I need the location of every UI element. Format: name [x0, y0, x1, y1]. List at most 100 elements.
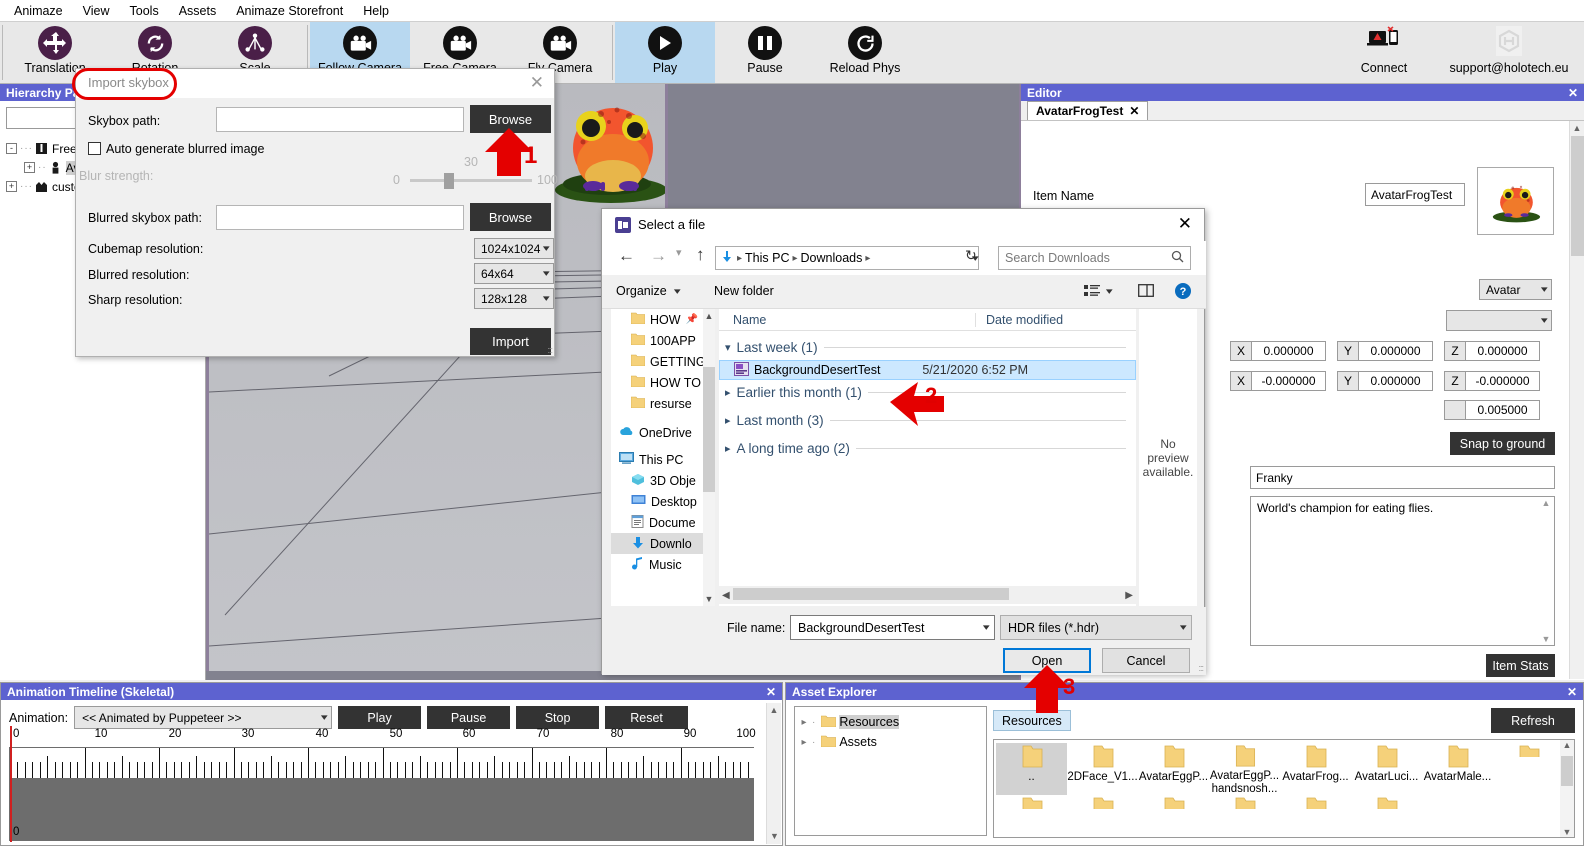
position-z-input[interactable]: 0.000000 [1466, 341, 1540, 361]
editor-scrollbar[interactable]: ▲ [1569, 121, 1584, 679]
menu-item-view[interactable]: View [73, 2, 120, 20]
browse-button-blurred[interactable]: Browse [470, 203, 551, 231]
sharp-resolution-combo[interactable]: 128x128 ▾ [474, 288, 554, 309]
nav-item-3d-objects[interactable]: 3D Obje [611, 470, 715, 491]
skybox-path-input[interactable] [216, 107, 464, 132]
close-icon[interactable]: ✕ [1568, 86, 1578, 100]
cubemap-resolution-combo[interactable]: 1024x1024 ▾ [474, 238, 554, 259]
toolbar-button-connect[interactable]: Connect [1334, 22, 1434, 83]
browse-button-skybox[interactable]: Browse [470, 105, 551, 133]
item-stats-button[interactable]: Item Stats [1486, 654, 1555, 677]
asset-item-partial[interactable] [1067, 795, 1138, 809]
chevron-up-icon[interactable]: ▲ [1542, 498, 1551, 508]
column-header-name[interactable]: Name [719, 313, 975, 327]
tree-toggle-icon[interactable]: + [6, 181, 17, 192]
breadcrumb-part-downloads[interactable]: Downloads [801, 251, 863, 265]
asset-item-partial[interactable] [1493, 743, 1564, 757]
asset-item-partial[interactable] [1138, 795, 1209, 809]
breadcrumb-bar[interactable]: ▸ This PC ▸ Downloads ▸ ▾ [715, 246, 979, 270]
tab-avatarfrogtest[interactable]: AvatarFrogTest ✕ [1027, 101, 1149, 120]
group-last-week[interactable]: ▾ Last week (1) [719, 335, 1136, 360]
menu-item-animaze[interactable]: Animaze [4, 2, 73, 20]
toolbar-button-support[interactable]: support@holotech.eu [1434, 22, 1584, 83]
scale-input[interactable]: 0.005000 [1466, 400, 1540, 420]
cancel-button[interactable]: Cancel [1102, 648, 1190, 673]
chevron-down-icon[interactable]: ▾ [674, 286, 681, 297]
description-scrollbar[interactable]: ▲ ▼ [1539, 498, 1553, 644]
blurred-resolution-combo[interactable]: 64x64 ▾ [474, 263, 554, 284]
asset-item[interactable]: AvatarEggP... [1138, 743, 1209, 795]
file-name-input[interactable]: BackgroundDesertTest ▾ [790, 615, 995, 640]
chevron-down-icon[interactable]: ▾ [983, 622, 990, 633]
up-icon[interactable]: ↑ [696, 245, 705, 265]
snap-to-ground-button[interactable]: Snap to ground [1450, 432, 1555, 455]
group-a-long-time-ago[interactable]: ▸ A long time ago (2) [719, 436, 1136, 461]
chevron-right-icon[interactable]: ▸ [799, 717, 809, 728]
search-input[interactable]: Search Downloads [998, 246, 1191, 270]
rotation-y-input[interactable]: 0.000000 [1359, 371, 1433, 391]
chevron-down-icon[interactable]: ▾ [1106, 286, 1113, 297]
file-dialog-nav-pane[interactable]: HOW 📌 100APP GETTING HOW TO resurse OneD… [611, 309, 715, 606]
preview-pane-icon[interactable] [1138, 284, 1154, 300]
nav-item-this-pc[interactable]: This PC [611, 449, 715, 470]
timeline-play-button[interactable]: Play [338, 706, 422, 729]
secondary-combo[interactable]: ▾ [1446, 310, 1552, 331]
chevron-down-icon[interactable]: ▼ [767, 829, 782, 844]
asset-grid-scrollbar[interactable]: ▲ ▼ [1560, 740, 1574, 837]
position-y-input[interactable]: 0.000000 [1359, 341, 1433, 361]
rotation-x-input[interactable]: -0.000000 [1252, 371, 1326, 391]
nav-item-resurse[interactable]: resurse [611, 393, 715, 414]
display-name-input[interactable]: Franky [1250, 466, 1555, 489]
nav-item-onedrive[interactable]: OneDrive [611, 422, 715, 443]
nav-item-100app[interactable]: 100APP [611, 330, 715, 351]
scrollbar-thumb[interactable] [733, 588, 1009, 600]
back-icon[interactable]: ← [618, 246, 635, 266]
import-button[interactable]: Import [470, 328, 551, 355]
asset-item[interactable]: AvatarEggP... handsnosh... [1209, 743, 1280, 795]
chevron-up-icon[interactable]: ▲ [703, 309, 715, 323]
recent-locations-icon[interactable]: ▾ [676, 246, 682, 259]
file-list[interactable]: Name Date modified ▾ Last week (1) Backg… [719, 309, 1136, 606]
item-name-input[interactable]: AvatarFrogTest [1365, 183, 1465, 206]
animation-combo[interactable]: << Animated by Puppeteer >> ▾ [74, 706, 333, 729]
scrollbar-thumb[interactable] [1571, 136, 1584, 256]
timeline-stop-button[interactable]: Stop [516, 706, 600, 729]
scrollbar-thumb[interactable] [1561, 756, 1573, 786]
chevron-right-icon[interactable]: ▸ [799, 737, 809, 748]
item-type-combo[interactable]: Avatar ▾ [1479, 279, 1552, 300]
close-icon[interactable]: ✕ [1129, 104, 1139, 118]
asset-item-partial[interactable] [1351, 795, 1422, 809]
description-textarea[interactable]: World's champion for eating flies. ▲ ▼ [1250, 496, 1555, 646]
asset-item-partial[interactable] [996, 795, 1067, 809]
refresh-icon[interactable]: ↻ [965, 247, 977, 264]
chevron-up-icon[interactable]: ▲ [767, 703, 781, 718]
open-button[interactable]: Open [1003, 648, 1091, 673]
chevron-down-icon[interactable]: ▼ [703, 592, 715, 606]
file-row-backgrounddeserttest[interactable]: BackgroundDesertTest 5/21/2020 6:52 PM [719, 360, 1136, 380]
chevron-right-icon[interactable]: ▸ [725, 442, 731, 455]
asset-tree-item-resources[interactable]: ▸ · Resources [799, 712, 982, 732]
close-icon[interactable]: ✕ [766, 685, 776, 699]
resize-grip-icon[interactable]: ::: [1198, 663, 1203, 673]
close-icon[interactable]: ✕ [1567, 685, 1577, 699]
close-icon[interactable]: ✕ [1178, 214, 1192, 234]
blur-strength-slider[interactable] [410, 173, 532, 189]
blurred-path-input[interactable] [216, 205, 464, 230]
timeline-pause-button[interactable]: Pause [427, 706, 511, 729]
file-type-filter-combo[interactable]: HDR files (*.hdr) ▾ [1000, 615, 1192, 640]
chevron-down-icon[interactable]: ▾ [725, 341, 731, 354]
forward-icon[interactable]: → [650, 246, 667, 266]
asset-item[interactable]: AvatarFrog... [1280, 743, 1351, 795]
resize-grip-icon[interactable]: ::: [547, 345, 552, 355]
chevron-up-icon[interactable]: ▲ [1570, 121, 1584, 136]
breadcrumb-part-this-pc[interactable]: This PC [745, 251, 789, 265]
menu-item-assets[interactable]: Assets [169, 2, 227, 20]
tree-toggle-icon[interactable]: - [6, 143, 17, 154]
chevron-left-icon[interactable]: ◀ [722, 590, 730, 601]
menu-item-help[interactable]: Help [353, 2, 399, 20]
timeline-ruler[interactable]: 0 10 20 30 40 50 60 70 80 90 100 0 [9, 726, 756, 842]
chevron-up-icon[interactable]: ▲ [1563, 740, 1572, 750]
nav-item-music[interactable]: Music [611, 554, 715, 575]
file-list-hscrollbar[interactable]: ◀ ▶ [719, 586, 1136, 604]
tree-toggle-icon[interactable]: + [24, 162, 35, 173]
